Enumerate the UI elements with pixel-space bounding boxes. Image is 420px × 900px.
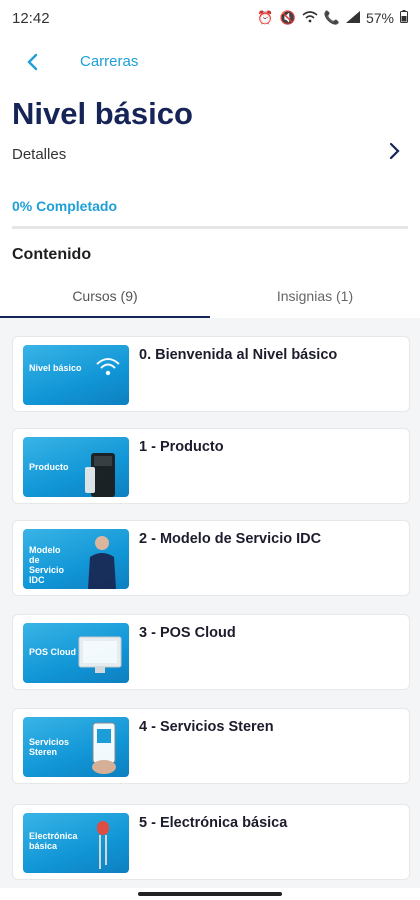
product-icon [81,447,121,497]
back-button[interactable] [18,48,46,76]
course-card[interactable]: POS Cloud 3 - POS Cloud [12,614,410,690]
battery-icon [400,10,408,26]
signal-icon [345,10,360,26]
phone-icon [89,721,119,777]
course-thumbnail: Electrónica básica [23,813,129,873]
course-thumbnail: Producto [23,437,129,497]
wifi-icon [302,10,318,26]
wifi-icon [95,355,121,383]
alarm-icon: ⏰ [257,10,274,25]
monitor-icon [77,635,123,683]
chevron-right-icon [388,140,402,169]
course-thumbnail: POS Cloud [23,623,129,683]
course-thumbnail: Servicios Steren [23,717,129,777]
thumbnail-label: Electrónica básica [29,831,78,851]
progress-label: 0% Completado [12,198,118,214]
tab-insignias[interactable]: Insignias (1) [210,274,420,318]
page-title: Nivel básico [12,96,193,131]
course-title: 3 - POS Cloud [139,625,236,641]
status-icons: ⏰ 🔇 📞 57% [257,10,408,26]
course-card[interactable]: Modelo de Servicio IDC 2 - Modelo de Ser… [12,520,410,596]
battery-level: 57% [365,10,394,26]
course-title: 2 - Modelo de Servicio IDC [139,531,322,547]
person-icon [85,533,119,589]
thumbnail-label: Servicios Steren [29,737,70,757]
course-title: 5 - Electrónica básica [139,815,288,831]
top-app-bar: Carreras [0,44,420,78]
call-icon: 📞 [323,10,340,25]
course-thumbnail: Modelo de Servicio IDC [23,529,129,589]
course-title: 4 - Servicios Steren [139,719,274,735]
course-thumbnail: Nivel básico [23,345,129,405]
tab-bar: Cursos (9) Insignias (1) [0,274,420,318]
tab-cursos[interactable]: Cursos (9) [0,274,210,318]
mute-icon: 🔇 [279,10,296,25]
course-title: 1 - Producto [139,439,224,455]
section-title: Contenido [12,246,92,263]
chevron-left-icon [27,53,38,71]
status-time: 12:42 [12,10,50,27]
course-title: 0. Bienvenida al Nivel básico [139,347,338,363]
thumbnail-label: Producto [29,462,69,472]
home-indicator[interactable] [138,892,282,896]
thumbnail-label: Nivel básico [29,363,82,373]
system-nav-bar [0,888,420,900]
course-card[interactable]: Producto 1 - Producto [12,428,410,504]
progress-bar [12,226,408,229]
details-row[interactable]: Detalles [0,138,420,172]
course-card[interactable]: Servicios Steren 4 - Servicios Steren [12,708,410,784]
thumbnail-label: Modelo de Servicio IDC [29,545,65,585]
status-bar: 12:42 ⏰ 🔇 📞 57% [0,0,420,38]
course-card[interactable]: Electrónica básica 5 - Electrónica básic… [12,804,410,880]
details-label: Detalles [12,146,67,163]
course-card[interactable]: Nivel básico 0. Bienvenida al Nivel bási… [12,336,410,412]
topbar-title[interactable]: Carreras [80,53,138,70]
led-icon [93,819,113,873]
